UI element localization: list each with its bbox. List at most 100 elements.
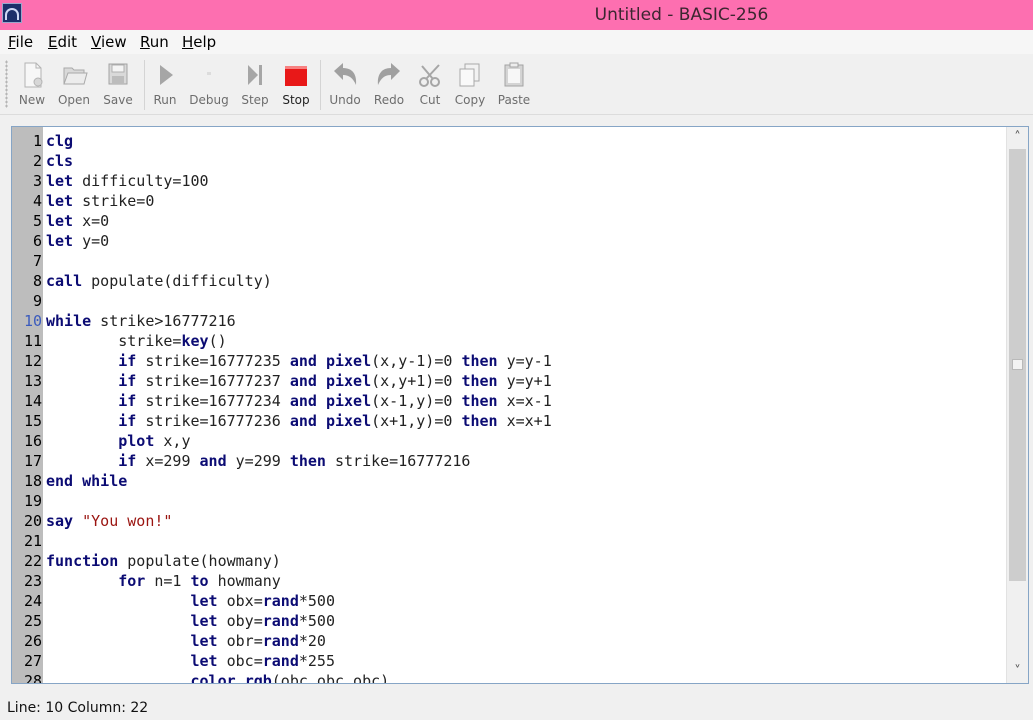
- save-disk-icon: [108, 63, 128, 85]
- line-number: 15: [23, 412, 42, 430]
- title-bar: Untitled - BASIC-256: [0, 0, 1033, 30]
- code-text[interactable]: if strike=16777234 and pixel(x-1,y)=0 th…: [46, 391, 552, 411]
- stop-button[interactable]: Stop: [274, 56, 318, 112]
- line-number: 19: [23, 492, 42, 510]
- code-lines[interactable]: 1 clg 2 cls 3 let difficulty=100 4 let strike=0…: [12, 131, 1006, 683]
- scroll-down-icon[interactable]: ˅: [1007, 662, 1028, 682]
- code-text[interactable]: call populate(difficulty): [46, 271, 272, 291]
- line-number: 4: [32, 192, 42, 210]
- code-line[interactable]: 2 cls: [12, 151, 1006, 171]
- code-text[interactable]: if x=299 and y=299 then strike=16777216: [46, 451, 470, 471]
- code-text[interactable]: function populate(howmany): [46, 551, 281, 571]
- menu-view[interactable]: View: [91, 33, 127, 51]
- code-line[interactable]: 26 let obr=rand*20: [12, 631, 1006, 651]
- code-text[interactable]: while strike>16777216: [46, 311, 236, 331]
- line-number: 23: [23, 572, 42, 590]
- line-number: 17: [23, 452, 42, 470]
- code-line[interactable]: 17 if x=299 and y=299 then strike=167772…: [12, 451, 1006, 471]
- code-text[interactable]: strike=key(): [46, 331, 226, 351]
- code-line[interactable]: 19: [12, 491, 1006, 511]
- paste-button[interactable]: Paste: [492, 56, 536, 112]
- code-line[interactable]: 28 color rgb(obc,obc,obc): [12, 671, 1006, 683]
- code-line[interactable]: 1 clg: [12, 131, 1006, 151]
- toolbar: New Open Save Run Debug Step Stop Undo R…: [0, 54, 1033, 115]
- code-line[interactable]: 4 let strike=0: [12, 191, 1006, 211]
- code-line[interactable]: 13 if strike=16777237 and pixel(x,y+1)=0…: [12, 371, 1006, 391]
- code-line[interactable]: 24 let obx=rand*500: [12, 591, 1006, 611]
- copy-icon: [459, 63, 480, 87]
- line-number: 20: [23, 512, 42, 530]
- line-number: 6: [32, 232, 42, 250]
- code-line[interactable]: 6 let y=0: [12, 231, 1006, 251]
- line-number: 2: [32, 152, 42, 170]
- code-text[interactable]: plot x,y: [46, 431, 190, 451]
- new-file-icon: [24, 62, 43, 88]
- scroll-up-icon[interactable]: ˄: [1007, 128, 1028, 148]
- line-number: 25: [23, 612, 42, 630]
- code-line[interactable]: 18 end while: [12, 471, 1006, 491]
- code-line[interactable]: 11 strike=key(): [12, 331, 1006, 351]
- clipboard-icon: [504, 62, 524, 87]
- line-number: 16: [23, 432, 42, 450]
- code-text[interactable]: let obx=rand*500: [46, 591, 336, 611]
- code-text[interactable]: let strike=0: [46, 191, 154, 211]
- code-text[interactable]: let x=0: [46, 211, 109, 231]
- window-title: Untitled - BASIC-256: [594, 5, 769, 25]
- code-editor[interactable]: 1 clg 2 cls 3 let difficulty=100 4 let strike=0…: [11, 126, 1029, 684]
- code-line[interactable]: 8 call populate(difficulty): [12, 271, 1006, 291]
- line-number: 1: [32, 132, 42, 150]
- code-text[interactable]: color rgb(obc,obc,obc): [46, 671, 390, 683]
- code-text[interactable]: let oby=rand*500: [46, 611, 336, 631]
- code-text[interactable]: for n=1 to howmany: [46, 571, 281, 591]
- line-number: 8: [32, 272, 42, 290]
- code-line[interactable]: 5 let x=0: [12, 211, 1006, 231]
- line-number: 9: [32, 292, 42, 310]
- line-number: 11: [23, 332, 42, 350]
- line-number: 5: [32, 212, 42, 230]
- code-text[interactable]: end while: [46, 471, 127, 491]
- code-line[interactable]: 25 let oby=rand*500: [12, 611, 1006, 631]
- menu-edit[interactable]: Edit: [48, 33, 77, 51]
- scroll-marker: [1012, 359, 1023, 370]
- save-button[interactable]: Save: [96, 56, 140, 112]
- redo-arrow-icon: [377, 63, 400, 85]
- menu-bar: File Edit View Run Help: [0, 30, 1033, 54]
- line-number: 10: [23, 312, 42, 330]
- code-line[interactable]: 23 for n=1 to howmany: [12, 571, 1006, 591]
- menu-run[interactable]: Run: [140, 33, 169, 51]
- code-text[interactable]: let difficulty=100: [46, 171, 209, 191]
- code-text[interactable]: say "You won!": [46, 511, 172, 531]
- code-text[interactable]: let y=0: [46, 231, 109, 251]
- code-line[interactable]: 27 let obc=rand*255: [12, 651, 1006, 671]
- vertical-scrollbar[interactable]: ˄ ˅: [1006, 127, 1028, 683]
- line-number: 3: [32, 172, 42, 190]
- code-line[interactable]: 7: [12, 251, 1006, 271]
- undo-arrow-icon: [334, 63, 357, 85]
- code-line[interactable]: 21: [12, 531, 1006, 551]
- code-text[interactable]: if strike=16777236 and pixel(x+1,y)=0 th…: [46, 411, 552, 431]
- status-bar: Line: 10 Column: 22: [0, 698, 1033, 720]
- code-text[interactable]: cls: [46, 151, 73, 171]
- code-line[interactable]: 14 if strike=16777234 and pixel(x-1,y)=0…: [12, 391, 1006, 411]
- code-text[interactable]: clg: [46, 131, 73, 151]
- code-line[interactable]: 3 let difficulty=100: [12, 171, 1006, 191]
- stop-icon: [285, 66, 307, 86]
- code-line[interactable]: 9: [12, 291, 1006, 311]
- line-number: 21: [23, 532, 42, 550]
- code-line[interactable]: 15 if strike=16777236 and pixel(x+1,y)=0…: [12, 411, 1006, 431]
- code-line[interactable]: 20 say "You won!": [12, 511, 1006, 531]
- code-text[interactable]: let obr=rand*20: [46, 631, 326, 651]
- menu-help[interactable]: Help: [182, 33, 216, 51]
- line-number: 13: [23, 372, 42, 390]
- line-number: 14: [23, 392, 42, 410]
- line-number: 26: [23, 632, 42, 650]
- menu-file[interactable]: File: [8, 33, 33, 51]
- code-text[interactable]: let obc=rand*255: [46, 651, 336, 671]
- code-text[interactable]: if strike=16777235 and pixel(x,y-1)=0 th…: [46, 351, 552, 371]
- code-line[interactable]: 22 function populate(howmany): [12, 551, 1006, 571]
- line-number: 12: [23, 352, 42, 370]
- code-text[interactable]: if strike=16777237 and pixel(x,y+1)=0 th…: [46, 371, 552, 391]
- code-line[interactable]: 16 plot x,y: [12, 431, 1006, 451]
- code-line[interactable]: 10 while strike>16777216: [12, 311, 1006, 331]
- code-line[interactable]: 12 if strike=16777235 and pixel(x,y-1)=0…: [12, 351, 1006, 371]
